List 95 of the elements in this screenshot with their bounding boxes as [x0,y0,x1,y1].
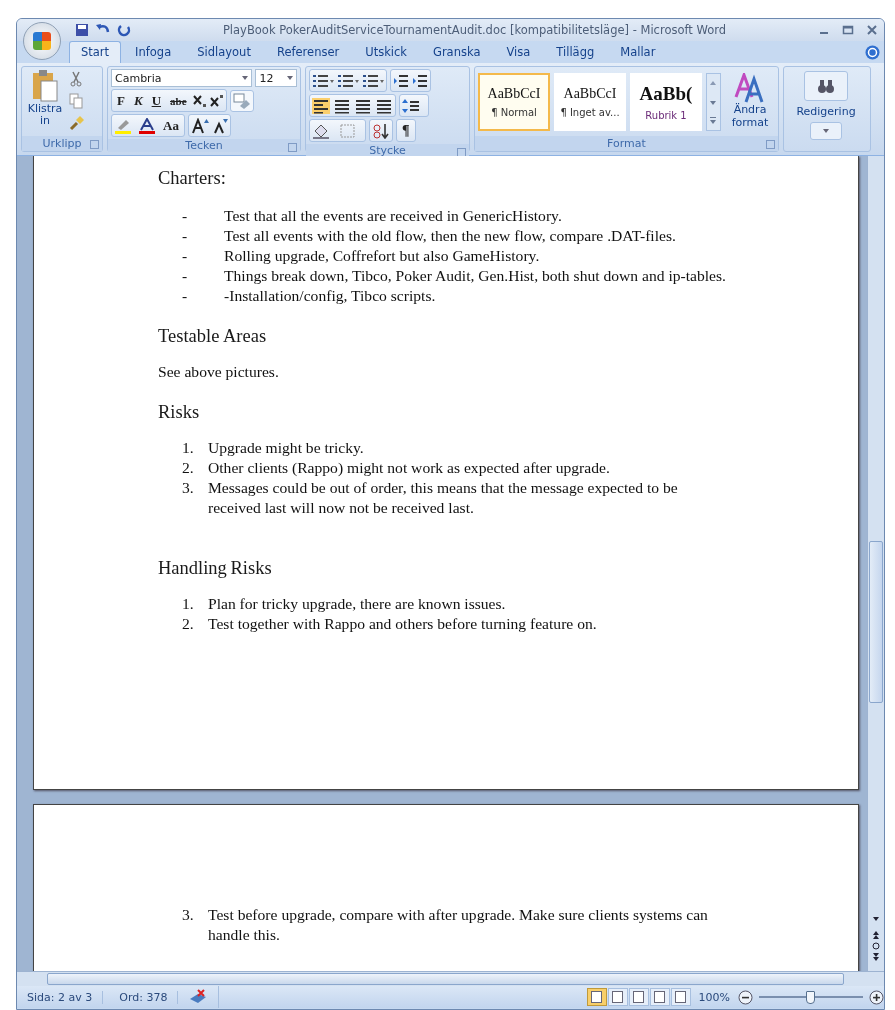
brush-icon[interactable] [69,115,85,131]
binoculars-icon [804,71,848,101]
window-title: PlayBook PokerAuditServiceTournamentAudit.doc [kompatibilitetsläge] - Microsoft Word [221,23,728,37]
list-item: Plan for tricky upgrade, there are known issues. [208,594,507,614]
caret-icon [810,122,842,140]
list-item: Test together with Rappo and others before turning feature on. [208,614,598,634]
list-number: 2. [182,458,195,478]
ribbon-tab[interactable]: Referenser [264,41,352,63]
group-label: Urklipp [42,137,82,150]
view-button[interactable] [607,988,628,1006]
indent-icon[interactable] [412,73,428,88]
redo-icon[interactable] [117,23,131,37]
zoom-in-icon[interactable] [869,989,884,1005]
paragraph: See above pictures. [158,362,280,382]
caret-icon[interactable] [242,76,249,80]
list-item: -Installation/config, Tibco scripts. [224,286,437,306]
save-icon[interactable] [75,23,89,37]
group-label: Tecken [185,139,223,152]
bullet-marker: - [181,286,189,306]
group-label: Format [607,137,646,150]
help-icon[interactable] [865,44,880,60]
list-icon[interactable] [312,73,334,88]
zoom-level[interactable]: 100% [696,990,732,1004]
view-button[interactable] [649,988,670,1006]
bold-button[interactable]: F [114,92,128,109]
view-button[interactable] [628,988,649,1006]
list-number: 3. [182,478,195,498]
list-item: Upgrade might be tricky. [208,438,365,458]
change-styles-button[interactable]: Ändra format [725,69,775,134]
caret-icon[interactable] [287,76,293,80]
indent-icon[interactable] [393,73,409,88]
page-count[interactable]: Sida: 2 av 3 [17,990,104,1004]
zoom-out-icon[interactable] [738,989,753,1005]
maximize-icon[interactable] [842,24,854,36]
strikethrough-button[interactable]: abe [167,94,190,107]
office-button[interactable] [23,22,61,60]
align-icon[interactable] [312,97,330,114]
bullet-marker: - [181,226,189,246]
list-number: 1. [182,438,195,458]
list-item: Things break down, Tibco, Poker Audit, Gen.Hist, both shut down and ip-tables. [224,266,727,286]
bullet-marker: - [181,246,189,266]
ribbon-tab[interactable]: Mallar [608,41,668,63]
sort-icon[interactable] [372,122,390,139]
list-item: Messages could be out of order, this means that the message expected to be received last will now not be received last. [208,478,679,518]
vertical-scrollbar[interactable] [867,156,884,971]
scissors-icon[interactable] [69,71,83,87]
shrink-font-icon[interactable] [211,117,228,134]
list-item: Test before upgrade, compare with after upgrade. Make sure clients systems can handle this. [208,905,709,945]
list-number: 3. [182,905,195,925]
list-number: 1. [182,594,195,614]
ribbon-tab[interactable]: Infoga [123,41,184,63]
align-icon[interactable] [333,97,351,114]
view-button[interactable] [586,988,607,1006]
font-name-field[interactable]: Cambria [111,69,253,87]
underline-button[interactable]: U [148,92,164,109]
list-item: Test all events with the old flow, then the new flow, compare .DAT-files. [224,226,677,246]
paste-button[interactable]: Klistra in [25,69,65,134]
list-item: Test that all the events are received in GenericHistory. [224,206,563,226]
section-heading: Risks [158,401,201,424]
scroll-thumb[interactable] [869,541,883,703]
ribbon-tab[interactable]: Sidlayout [185,41,263,63]
editing-button[interactable]: Redigering [784,67,868,151]
superscript-icon[interactable] [209,93,224,108]
horizontal-scrollbar[interactable] [17,971,884,986]
bullet-marker: - [181,266,189,286]
section-heading: Charters: [158,167,227,190]
word-count[interactable]: Ord: 378 [109,990,179,1004]
list-number: 2. [182,614,195,634]
style-item[interactable]: AaBbCcI ¶ Normal [478,73,550,131]
section-heading: Testable Areas [158,325,268,348]
italic-button[interactable]: K [130,92,146,109]
letters-a-icon [734,73,766,103]
view-button[interactable] [670,988,691,1006]
close-icon[interactable] [866,24,878,36]
section-heading: Handling Risks [158,557,273,580]
list-icon[interactable] [362,73,384,88]
align-icon[interactable] [375,97,393,114]
grow-font-icon[interactable] [190,117,209,134]
style-item[interactable]: AaBb( Rubrik 1 [630,73,702,131]
list-item: Rolling upgrade, Coffrefort but also GameHistory. [224,246,541,266]
ribbon-tab[interactable]: Granska [421,41,493,63]
font-color-icon[interactable] [137,117,157,134]
ribbon-tab[interactable]: Visa [494,41,543,63]
ribbon-tab[interactable]: Tillägg [544,41,607,63]
subscript-icon[interactable] [192,93,207,108]
style-item[interactable]: AaBbCcI ¶ Inget av... [554,73,626,131]
group-label: Stycke [369,144,406,157]
ribbon-tab[interactable]: Start [69,41,122,63]
align-icon[interactable] [354,97,372,114]
font-size-field[interactable]: 12 [255,69,297,87]
clipboard-icon [31,69,59,103]
list-icon[interactable] [337,73,359,88]
ribbon-tab[interactable]: Utskick [353,41,419,63]
list-item: Other clients (Rappo) might not work as expected after upgrade. [208,458,611,478]
bullet-marker: - [181,206,189,226]
